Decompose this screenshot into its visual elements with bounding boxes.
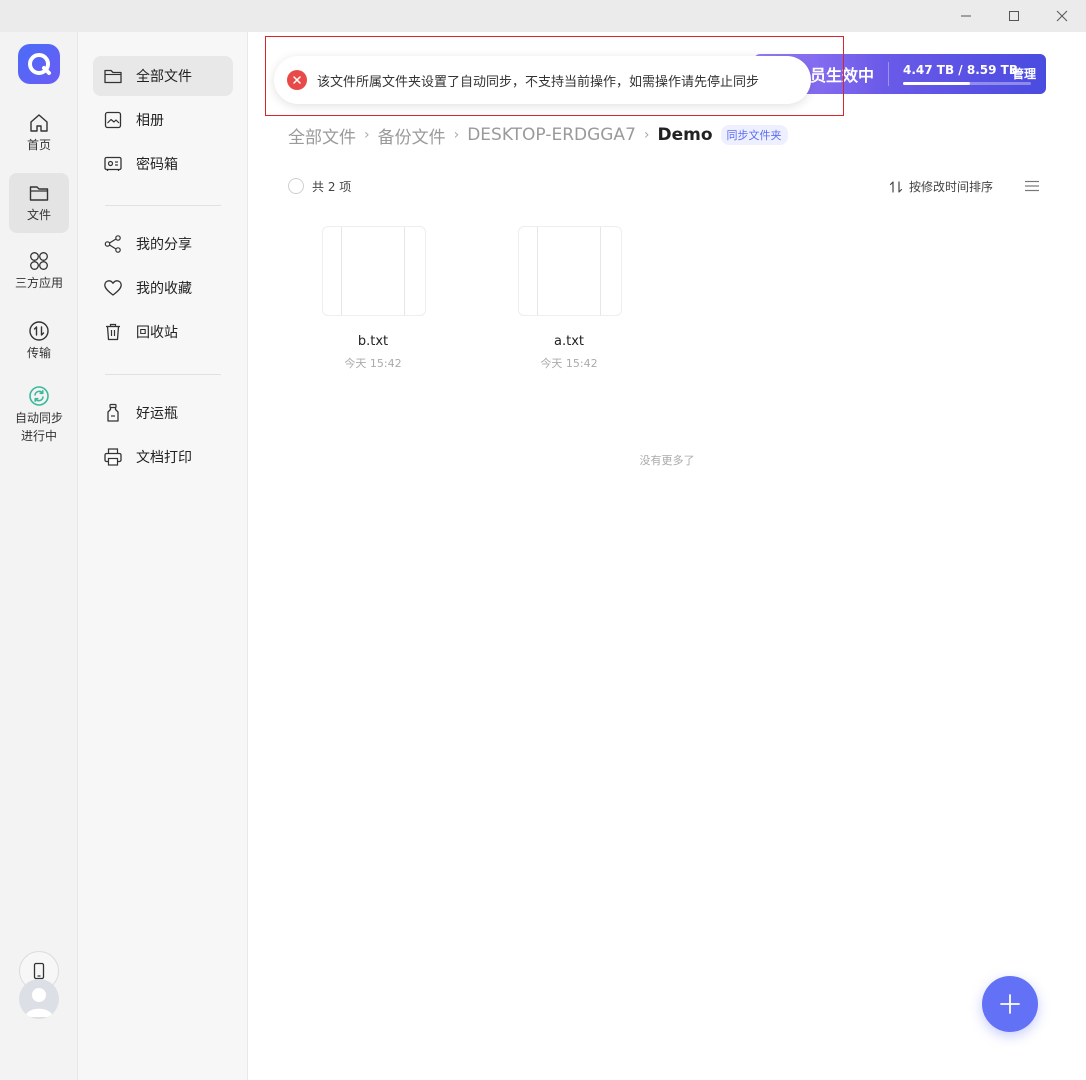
vip-separator <box>888 62 890 86</box>
safe-icon <box>104 156 122 171</box>
rail-item-home[interactable]: 首页 <box>9 104 69 162</box>
select-all-checkbox[interactable] <box>288 178 304 194</box>
file-item[interactable]: a.txt 今天 15:42 <box>504 226 634 386</box>
sort-label: 按修改时间排序 <box>909 180 994 194</box>
app-logo <box>18 44 60 84</box>
apps-icon <box>30 252 48 270</box>
rail-label-line1: 自动同步 <box>14 411 63 425</box>
minimize-button[interactable] <box>943 0 989 32</box>
add-button[interactable] <box>982 976 1038 1032</box>
list-toolbar: 共 2 项 按修改时间排序 <box>288 176 1040 196</box>
printer-icon <box>104 448 122 466</box>
manage-button[interactable]: 管理 <box>1012 65 1036 82</box>
file-thumbnail <box>322 226 426 316</box>
sidebar-item-safe[interactable]: 密码箱 <box>93 144 233 184</box>
sidebar-item-label: 我的分享 <box>136 237 192 253</box>
rail-label: 三方应用 <box>14 276 63 290</box>
storage-progress-fill <box>903 82 970 85</box>
sidebar-divider <box>105 205 221 206</box>
breadcrumb-item[interactable]: 全部文件 <box>288 123 356 148</box>
folder-icon <box>29 186 49 201</box>
main-content: 员生效中 4.47 TB / 8.59 TB 管理 该文件所属文件夹设置了自动同… <box>248 32 1086 1080</box>
rail-item-transfer[interactable]: 传输 <box>9 312 69 370</box>
rail-label-line2: 进行中 <box>20 429 57 443</box>
storage-progress-bar <box>903 82 1032 85</box>
chevron-right-icon: › <box>364 127 370 143</box>
breadcrumb: 全部文件 › 备份文件 › DESKTOP-ERDGGA7 › Demo 同步文… <box>288 123 788 148</box>
sidebar-item-label: 相册 <box>136 113 164 129</box>
sidebar-item-label: 密码箱 <box>136 157 178 173</box>
sidebar-item-all-files[interactable]: 全部文件 <box>93 56 233 96</box>
close-icon <box>1056 10 1068 22</box>
rail-item-files[interactable]: 文件 <box>9 173 69 233</box>
sidebar-item-lucky-bottle[interactable]: 好运瓶 <box>93 393 233 433</box>
phone-icon <box>33 962 45 980</box>
folder-icon <box>104 69 122 84</box>
error-toast: 该文件所属文件夹设置了自动同步，不支持当前操作，如需操作请先停止同步 <box>274 56 811 104</box>
vip-status: 员生效中 <box>810 66 875 85</box>
breadcrumb-current: Demo <box>657 125 713 145</box>
sidebar-item-trash[interactable]: 回收站 <box>93 312 233 352</box>
sidebar: 全部文件 相册 密码箱 我的分享 我的收藏 回收站 好运瓶 文档打印 <box>78 32 248 1080</box>
sidebar-item-label: 回收站 <box>136 325 178 341</box>
maximize-button[interactable] <box>991 0 1037 32</box>
sidebar-item-label: 好运瓶 <box>136 406 178 422</box>
sidebar-item-label: 文档打印 <box>136 450 192 466</box>
avatar-icon <box>25 988 53 1017</box>
heart-icon <box>104 280 122 296</box>
minimize-icon <box>961 15 971 17</box>
trash-icon <box>106 323 120 341</box>
toast-message: 该文件所属文件夹设置了自动同步，不支持当前操作，如需操作请先停止同步 <box>317 74 760 90</box>
logo-icon <box>28 53 51 75</box>
bottle-icon <box>107 403 119 422</box>
breadcrumb-item[interactable]: DESKTOP-ERDGGA7 <box>467 125 636 145</box>
error-icon <box>287 70 307 90</box>
list-view-icon[interactable] <box>1024 178 1040 194</box>
transfer-icon <box>29 321 49 341</box>
sort-button[interactable]: 按修改时间排序 <box>889 178 993 195</box>
sidebar-divider <box>105 374 221 375</box>
home-icon <box>30 114 48 132</box>
chevron-right-icon: › <box>453 127 460 143</box>
sidebar-item-photos[interactable]: 相册 <box>93 100 233 140</box>
share-icon <box>104 235 121 253</box>
file-name: a.txt <box>554 334 584 349</box>
avatar[interactable] <box>19 979 59 1019</box>
maximize-icon <box>1009 11 1019 21</box>
file-item[interactable]: b.txt 今天 15:42 <box>308 226 438 386</box>
rail-item-apps[interactable]: 三方应用 <box>9 242 69 300</box>
plus-icon <box>1000 994 1020 1014</box>
rail-label: 传输 <box>26 346 51 360</box>
item-count: 共 2 项 <box>312 180 352 194</box>
sidebar-item-label: 全部文件 <box>136 69 192 85</box>
rail-label: 文件 <box>26 208 51 222</box>
breadcrumb-item[interactable]: 备份文件 <box>378 123 446 148</box>
sidebar-item-favorites[interactable]: 我的收藏 <box>93 268 233 308</box>
photo-icon <box>104 111 122 129</box>
file-name: b.txt <box>357 334 389 349</box>
rail-label: 首页 <box>26 138 51 152</box>
file-time: 今天 15:42 <box>540 357 598 370</box>
file-thumbnail <box>518 226 622 316</box>
title-bar <box>0 0 1086 32</box>
sync-folder-badge: 同步文件夹 <box>720 125 788 145</box>
list-end-text: 没有更多了 <box>639 454 695 467</box>
sidebar-item-my-shares[interactable]: 我的分享 <box>93 224 233 264</box>
sidebar-item-print[interactable]: 文档打印 <box>93 437 233 477</box>
rail-item-auto-sync[interactable]: 自动同步 进行中 <box>9 377 69 449</box>
nav-rail: 首页 文件 三方应用 传输 自动同步 进行中 <box>0 32 78 1080</box>
sync-icon <box>29 386 49 406</box>
sidebar-item-label: 我的收藏 <box>136 281 192 297</box>
file-time: 今天 15:42 <box>344 357 402 370</box>
sort-icon <box>889 180 903 193</box>
close-button[interactable] <box>1039 0 1085 32</box>
chevron-right-icon: › <box>643 127 650 143</box>
